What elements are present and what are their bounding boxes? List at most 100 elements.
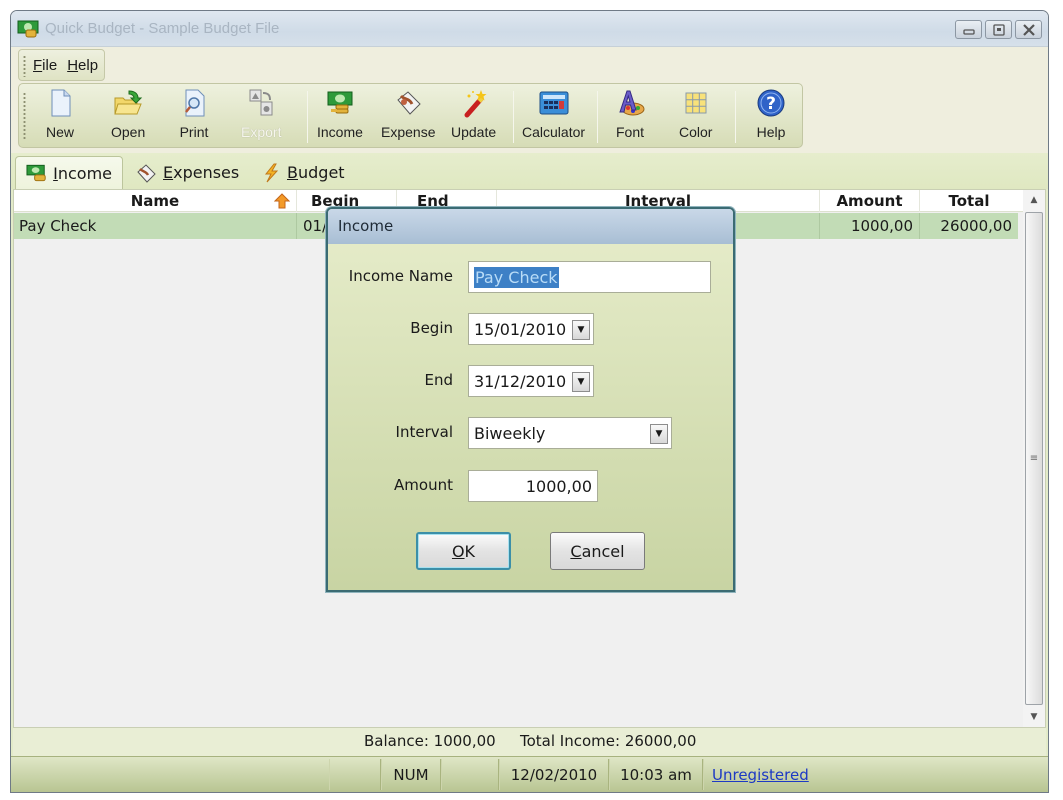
registration-cell: Unregistered bbox=[703, 759, 813, 790]
tab-income[interactable]: Income bbox=[15, 156, 123, 189]
dialog-title: Income bbox=[338, 217, 394, 235]
end-date-value: 31/12/2010 bbox=[474, 371, 567, 391]
cancel-label: ancel bbox=[581, 541, 625, 561]
income-name-label: Income Name bbox=[348, 267, 453, 285]
toolbar-grip[interactable] bbox=[23, 92, 26, 140]
tab-expenses-mnemonic: E bbox=[163, 163, 174, 182]
menu-file[interactable]: File bbox=[33, 57, 57, 74]
help-label: Help bbox=[756, 124, 786, 140]
tab-strip: Income Expenses Budget bbox=[11, 153, 1048, 189]
scroll-up-arrow[interactable]: ▲ bbox=[1023, 190, 1045, 210]
vertical-scrollbar[interactable]: ▲ ≡ ▼ bbox=[1023, 190, 1045, 727]
calculator-button[interactable]: Calculator bbox=[522, 88, 585, 144]
income-button[interactable]: Income bbox=[317, 88, 363, 144]
cell-amount: 1000,00 bbox=[820, 213, 920, 239]
chevron-down-icon: ▼ bbox=[655, 429, 663, 439]
begin-date-picker[interactable]: 15/01/2010 ▼ bbox=[468, 313, 594, 345]
maximize-button[interactable] bbox=[985, 20, 1012, 39]
tab-income-label: Income bbox=[53, 164, 112, 183]
income-name-row: Income Name Pay Check bbox=[328, 261, 733, 293]
income-label: Income bbox=[317, 124, 363, 140]
help-button[interactable]: ? Help bbox=[756, 88, 786, 144]
scrollbar-thumb[interactable]: ≡ bbox=[1025, 212, 1043, 705]
window-title: Quick Budget - Sample Budget File bbox=[45, 20, 280, 37]
expense-icon bbox=[397, 91, 421, 115]
minimize-icon bbox=[962, 28, 975, 35]
toolbar: New Open Print Export Income Expense Upd… bbox=[18, 83, 803, 148]
status-bar: NUM 12/02/2010 10:03 am Unregistered bbox=[11, 756, 1048, 792]
tab-expenses-text: xpenses bbox=[173, 163, 240, 182]
cancel-button[interactable]: Cancel bbox=[550, 532, 645, 570]
new-button[interactable]: New bbox=[45, 88, 75, 144]
dialog-title-bar[interactable]: Income bbox=[328, 209, 733, 244]
font-palette-icon bbox=[619, 90, 645, 116]
toolbar-area: New Open Print Export Income Expense Upd… bbox=[11, 83, 1048, 153]
print-label: Print bbox=[179, 124, 209, 140]
new-label: New bbox=[45, 124, 74, 140]
color-label: Color bbox=[679, 124, 713, 140]
calculator-label: Calculator bbox=[522, 124, 586, 140]
tab-budget-text: udget bbox=[297, 163, 345, 182]
chevron-down-icon: ▼ bbox=[577, 325, 585, 335]
end-row: End 31/12/2010 ▼ bbox=[328, 365, 733, 397]
column-total-label: Total bbox=[948, 192, 990, 210]
status-date: 12/02/2010 bbox=[499, 759, 609, 790]
amount-row: Amount 1000,00 bbox=[328, 470, 733, 502]
amount-input[interactable]: 1000,00 bbox=[468, 470, 598, 502]
amount-label: Amount bbox=[394, 476, 453, 494]
tab-budget-label: Budget bbox=[287, 163, 345, 182]
minimize-button[interactable] bbox=[955, 20, 982, 39]
sort-ascending-icon bbox=[274, 193, 290, 209]
export-label: Export bbox=[241, 124, 282, 140]
tab-expenses-label: Expenses bbox=[163, 163, 239, 182]
tab-budget[interactable]: Budget bbox=[251, 156, 355, 189]
tab-expenses[interactable]: Expenses bbox=[125, 156, 249, 189]
toolbar-separator bbox=[307, 91, 308, 143]
menu-file-mnemonic: F bbox=[33, 56, 43, 74]
scroll-down-arrow[interactable]: ▼ bbox=[1023, 707, 1045, 727]
app-money-icon bbox=[17, 20, 39, 38]
begin-dropdown-button[interactable]: ▼ bbox=[572, 320, 590, 340]
income-name-input[interactable]: Pay Check bbox=[468, 261, 711, 293]
menu-help[interactable]: Help bbox=[67, 57, 98, 74]
status-cell-empty bbox=[441, 759, 499, 790]
status-cell-empty bbox=[329, 759, 381, 790]
interval-select[interactable]: Biweekly ▼ bbox=[468, 417, 672, 449]
export-button[interactable]: Export bbox=[241, 88, 281, 144]
interval-label: Interval bbox=[395, 423, 453, 441]
color-button[interactable]: Color bbox=[679, 88, 712, 144]
menu-help-mnemonic: H bbox=[67, 56, 79, 74]
magic-wand-icon bbox=[464, 90, 487, 118]
expense-button[interactable]: Expense bbox=[381, 88, 435, 144]
begin-row: Begin 15/01/2010 ▼ bbox=[328, 313, 733, 345]
column-header-name[interactable]: Name bbox=[14, 190, 297, 212]
unregistered-link[interactable]: Unregistered bbox=[712, 766, 809, 784]
total-income-text: Total Income: 26000,00 bbox=[520, 732, 697, 750]
help-icon: ? bbox=[757, 89, 785, 117]
open-button[interactable]: Open bbox=[111, 88, 145, 144]
end-date-picker[interactable]: 31/12/2010 ▼ bbox=[468, 365, 594, 397]
update-button[interactable]: Update bbox=[451, 88, 496, 144]
menubar-grip[interactable] bbox=[23, 55, 26, 77]
column-header-total[interactable]: Total bbox=[920, 190, 1018, 212]
maximize-icon bbox=[992, 23, 1005, 36]
column-amount-label: Amount bbox=[836, 192, 903, 210]
font-button[interactable]: Font bbox=[615, 88, 645, 144]
tab-income-text: ncome bbox=[57, 163, 112, 183]
ok-button[interactable]: OK bbox=[416, 532, 511, 570]
end-dropdown-button[interactable]: ▼ bbox=[572, 372, 590, 392]
grip-lines-icon: ≡ bbox=[1029, 453, 1039, 464]
chevron-down-icon: ▼ bbox=[577, 377, 585, 387]
cancel-mnemonic: C bbox=[570, 541, 582, 561]
column-header-amount[interactable]: Amount bbox=[820, 190, 920, 212]
num-lock-indicator: NUM bbox=[381, 759, 441, 790]
balance-text: Balance: 1000,00 bbox=[364, 732, 496, 750]
expense-label: Expense bbox=[381, 124, 436, 140]
print-button[interactable]: Print bbox=[179, 88, 209, 144]
close-button[interactable] bbox=[1015, 20, 1042, 39]
interval-value: Biweekly bbox=[474, 423, 546, 443]
ok-mnemonic: O bbox=[451, 541, 465, 561]
cell-name: Pay Check bbox=[14, 213, 297, 239]
close-icon bbox=[1022, 23, 1035, 36]
interval-dropdown-button[interactable]: ▼ bbox=[650, 424, 668, 444]
